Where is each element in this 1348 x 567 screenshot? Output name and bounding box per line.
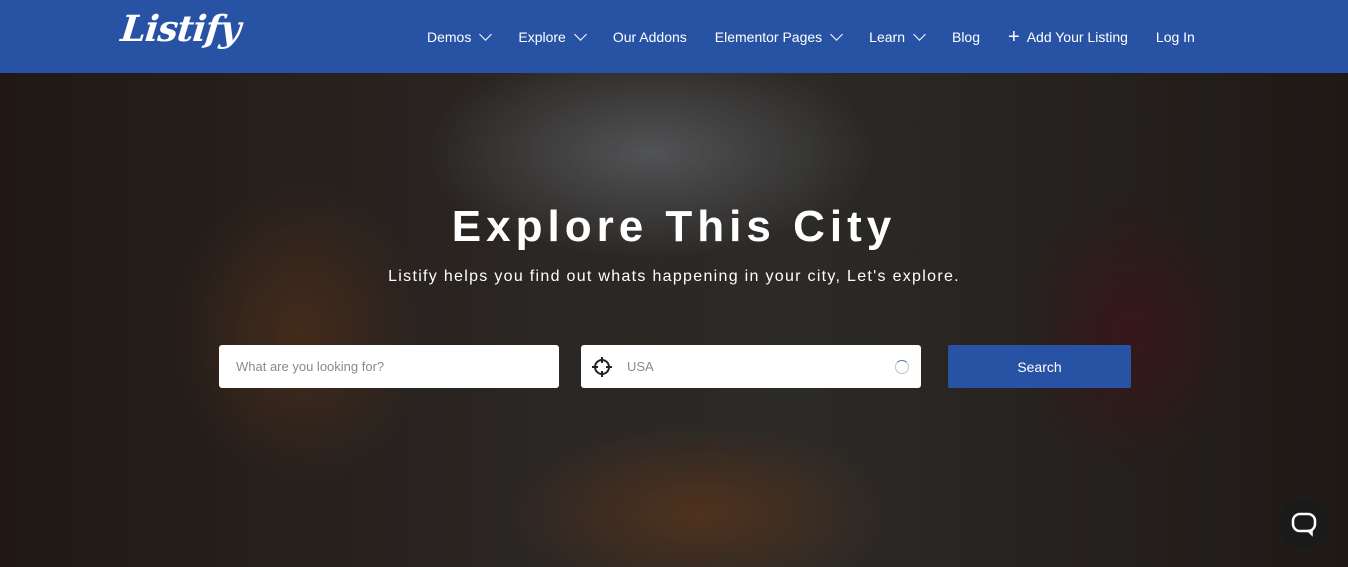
search-button[interactable]: Search — [948, 345, 1131, 388]
menu-learn[interactable]: Learn — [869, 27, 926, 45]
chevron-down-icon — [573, 27, 587, 41]
hero-background-image — [0, 73, 1348, 567]
menu-label: Explore — [518, 28, 566, 45]
menu-label: Add Your Listing — [1026, 28, 1128, 45]
location-value: USA — [627, 359, 654, 374]
add-listing-link[interactable]: + Add Your Listing — [1008, 25, 1128, 48]
menu-label: Elementor Pages — [714, 28, 823, 45]
menu-label: Demos — [427, 28, 472, 45]
chevron-down-icon — [479, 27, 493, 41]
crosshair-locate-icon[interactable] — [591, 356, 613, 378]
menu-label: Our Addons — [612, 28, 687, 45]
login-link[interactable]: Log In — [1156, 29, 1195, 45]
chat-bubble-icon — [1291, 512, 1317, 537]
loading-spinner-icon — [895, 360, 909, 374]
menu-our-addons[interactable]: Our Addons — [613, 29, 687, 45]
chevron-down-icon — [913, 27, 926, 41]
hero-subtitle: Listify helps you find out whats happeni… — [388, 268, 960, 285]
menu-demos[interactable]: Demos — [427, 27, 493, 45]
top-nav: Listify Demos Explore Our Addons Element… — [0, 0, 1348, 73]
main-menu: Demos Explore Our Addons Elementor Pages… — [413, 0, 1209, 73]
logo[interactable]: Listify — [119, 8, 242, 50]
menu-explore[interactable]: Explore — [518, 27, 587, 45]
location-input[interactable]: USA — [581, 345, 921, 388]
plus-icon: + — [1008, 25, 1020, 48]
hero-section: Explore This City Listify helps you find… — [0, 73, 1348, 567]
menu-label: Blog — [951, 28, 981, 45]
keyword-search-input[interactable]: What are you looking for? — [219, 345, 559, 388]
menu-elementor-pages[interactable]: Elementor Pages — [714, 27, 844, 45]
menu-label: Learn — [869, 28, 905, 45]
chevron-down-icon — [830, 27, 844, 41]
hero-title: Explore This City — [451, 202, 897, 251]
chat-button[interactable] — [1279, 499, 1329, 549]
menu-blog[interactable]: Blog — [952, 29, 980, 45]
